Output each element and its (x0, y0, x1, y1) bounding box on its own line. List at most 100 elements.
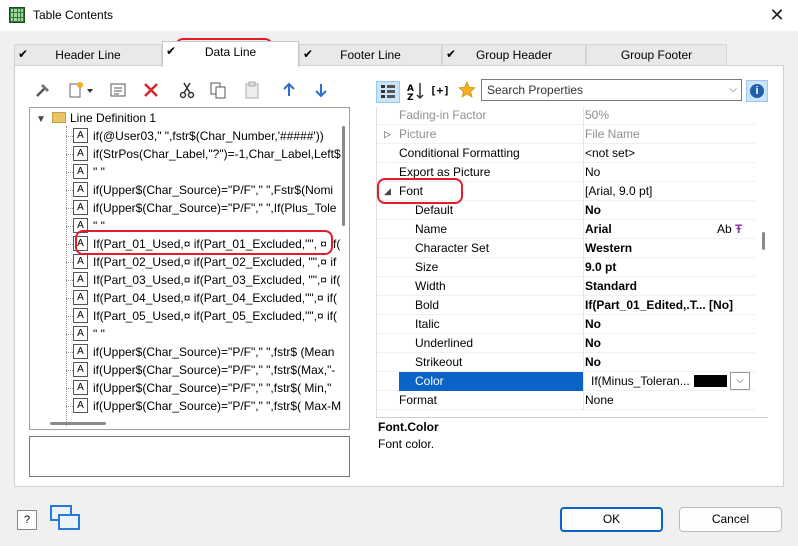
tree-root-item[interactable]: ▼ Line Definition 1 (36, 109, 156, 127)
column-divider[interactable] (583, 372, 584, 391)
property-value[interactable]: 9.0 pt (585, 258, 753, 277)
property-row[interactable]: Conditional Formatting <not set> (377, 144, 755, 163)
property-row[interactable]: ▷ Picture File Name (377, 125, 755, 144)
move-down-icon[interactable] (311, 81, 331, 101)
tree-item-label: if(Upper$(Char_Source)="P/F"," ",fstr$( … (93, 381, 332, 395)
property-row[interactable]: Character Set Western (377, 239, 755, 258)
tree-item[interactable]: A " " (30, 163, 340, 181)
property-value[interactable]: 50% (585, 107, 753, 125)
color-swatch[interactable] (693, 375, 727, 387)
hammer-icon[interactable] (33, 81, 53, 101)
tree-item[interactable]: A " " (30, 325, 340, 343)
property-value[interactable]: Standard (585, 277, 753, 296)
tree-item[interactable]: Aif(Upper$(Char_Source)="P/F"," ",fstr$(… (30, 379, 340, 397)
tree-item[interactable]: Aif(Upper$(Char_Source)="P/F"," ",fstr$ … (30, 343, 340, 361)
property-value[interactable]: Western (585, 239, 753, 258)
column-divider[interactable] (583, 107, 584, 125)
line-definition-tree[interactable]: ▼ Line Definition 1 Aif(@User03," ",fstr$… (29, 107, 350, 430)
property-value[interactable]: <not set> (585, 144, 753, 163)
tree-item[interactable]: Aif(Upper$(Char_Source)="P/F"," ",fstr$(… (30, 361, 340, 379)
column-divider[interactable] (583, 144, 584, 163)
property-value[interactable]: [Arial, 9.0 pt] (585, 182, 753, 201)
tab-data-line[interactable]: ✔ Data Line (162, 41, 299, 67)
check-icon: ✔ (18, 47, 29, 61)
categorized-view-icon[interactable] (376, 81, 400, 103)
property-row[interactable]: Italic No (377, 315, 755, 334)
property-value[interactable]: Arial Ab Ŧ (585, 220, 753, 239)
expand-collapse-icon[interactable]: [+] (428, 81, 456, 103)
property-row[interactable]: Strikeout No (377, 353, 755, 372)
column-divider[interactable] (583, 239, 584, 258)
property-row[interactable]: Fading-in Factor 50% (377, 107, 755, 125)
new-item-icon[interactable] (66, 81, 96, 101)
tab-group-header[interactable]: ✔ Group Header (442, 44, 586, 66)
property-value[interactable]: No (585, 163, 753, 182)
cancel-button[interactable]: Cancel (679, 507, 782, 532)
column-divider[interactable] (583, 220, 584, 239)
tree-item[interactable]: Aif(@User03," ",fstr$(Char_Number,'#####… (30, 127, 340, 145)
info-button[interactable]: i (746, 80, 768, 102)
cut-icon[interactable] (177, 81, 197, 101)
properties-icon[interactable] (108, 81, 128, 101)
tree-item[interactable]: Aif(Upper$(Char_Source)="P/F"," ",If(Plu… (30, 199, 340, 217)
tree-item[interactable]: A If(Part_03_Used,¤ if(Part_03_Excluded, … (30, 271, 340, 289)
sort-alphabetical-icon[interactable]: AZ (404, 81, 428, 103)
column-divider[interactable] (583, 163, 584, 182)
property-value[interactable]: No (585, 201, 753, 220)
property-grid[interactable]: Fading-in Factor 50% ▷ Picture File Name Cond… (376, 107, 768, 417)
tab-group-footer[interactable]: Group Footer (586, 44, 727, 66)
property-value[interactable]: No (585, 315, 753, 334)
tree-vertical-scrollbar[interactable] (342, 126, 345, 226)
search-properties-input[interactable]: Search Properties ⌵ (481, 79, 742, 101)
column-divider[interactable] (583, 277, 584, 296)
property-value[interactable]: File Name (585, 125, 753, 144)
chevron-down-icon[interactable]: ⌵ (729, 80, 737, 100)
tree-item[interactable]: Aif(StrPos(Char_Label,"?")=-1,Char_Label… (30, 145, 341, 163)
move-up-icon[interactable] (279, 81, 299, 101)
collapsed-triangle-icon[interactable]: ▷ (384, 125, 391, 144)
property-name: Conditional Formatting (399, 146, 520, 160)
ok-button[interactable]: OK (560, 507, 663, 532)
property-value[interactable]: If(Minus_Toleran... (585, 372, 753, 391)
column-divider[interactable] (583, 125, 584, 144)
help-button[interactable]: ? (17, 510, 37, 530)
property-row[interactable]: Bold If(Part_01_Edited,.T... [No] (377, 296, 755, 315)
column-divider[interactable] (583, 201, 584, 220)
property-grid-scrollbar[interactable] (762, 232, 765, 250)
tab-header-line[interactable]: ✔ Header Line (14, 44, 162, 66)
formula-preview-box[interactable] (29, 436, 350, 477)
color-dropdown-button[interactable]: ⌵ (730, 372, 750, 390)
windows-icon[interactable] (50, 505, 82, 533)
column-divider[interactable] (583, 182, 584, 201)
property-row[interactable]: Name Arial Ab Ŧ (377, 220, 755, 239)
copy-icon[interactable] (208, 81, 228, 101)
column-divider[interactable] (583, 315, 584, 334)
delete-icon[interactable] (141, 81, 161, 101)
close-icon[interactable]: ✕ (764, 3, 790, 27)
font-preview-icon[interactable]: Ab (717, 220, 732, 239)
tree-item[interactable]: Aif(Upper$(Char_Source)="P/F"," ",fstr$(… (30, 397, 341, 415)
property-row[interactable]: Color If(Minus_Toleran... (377, 372, 755, 391)
property-row[interactable]: Width Standard (377, 277, 755, 296)
column-divider[interactable] (583, 353, 584, 372)
column-divider[interactable] (583, 258, 584, 277)
property-row[interactable]: Format None (377, 391, 755, 410)
property-row[interactable]: Underlined No (377, 334, 755, 353)
column-divider[interactable] (583, 296, 584, 315)
tree-item[interactable]: A If(Part_04_Used,¤ if(Part_04_Excluded,"… (30, 289, 340, 307)
property-row[interactable]: Size 9.0 pt (377, 258, 755, 277)
paste-icon[interactable] (242, 81, 262, 101)
property-value[interactable]: If(Part_01_Edited,.T... [No] (585, 296, 753, 315)
column-divider[interactable] (583, 334, 584, 353)
column-divider[interactable] (583, 391, 584, 410)
tab-footer-line[interactable]: ✔ Footer Line (299, 44, 442, 66)
tree-item[interactable]: A If(Part_05_Used,¤ if(Part_05_Excluded,"… (30, 307, 340, 325)
property-value[interactable]: None (585, 391, 753, 410)
tree-item-label: " " (93, 327, 105, 341)
favorite-star-icon[interactable] (455, 81, 479, 103)
tree-item[interactable]: Aif(Upper$(Char_Source)="P/F"," ",Fstr$(… (30, 181, 340, 199)
property-value[interactable]: No (585, 353, 753, 372)
tree-item[interactable]: A If(Part_02_Used,¤ if(Part_02_Excluded, … (30, 253, 340, 271)
tree-horizontal-scrollbar[interactable] (50, 422, 106, 425)
property-value[interactable]: No (585, 334, 753, 353)
